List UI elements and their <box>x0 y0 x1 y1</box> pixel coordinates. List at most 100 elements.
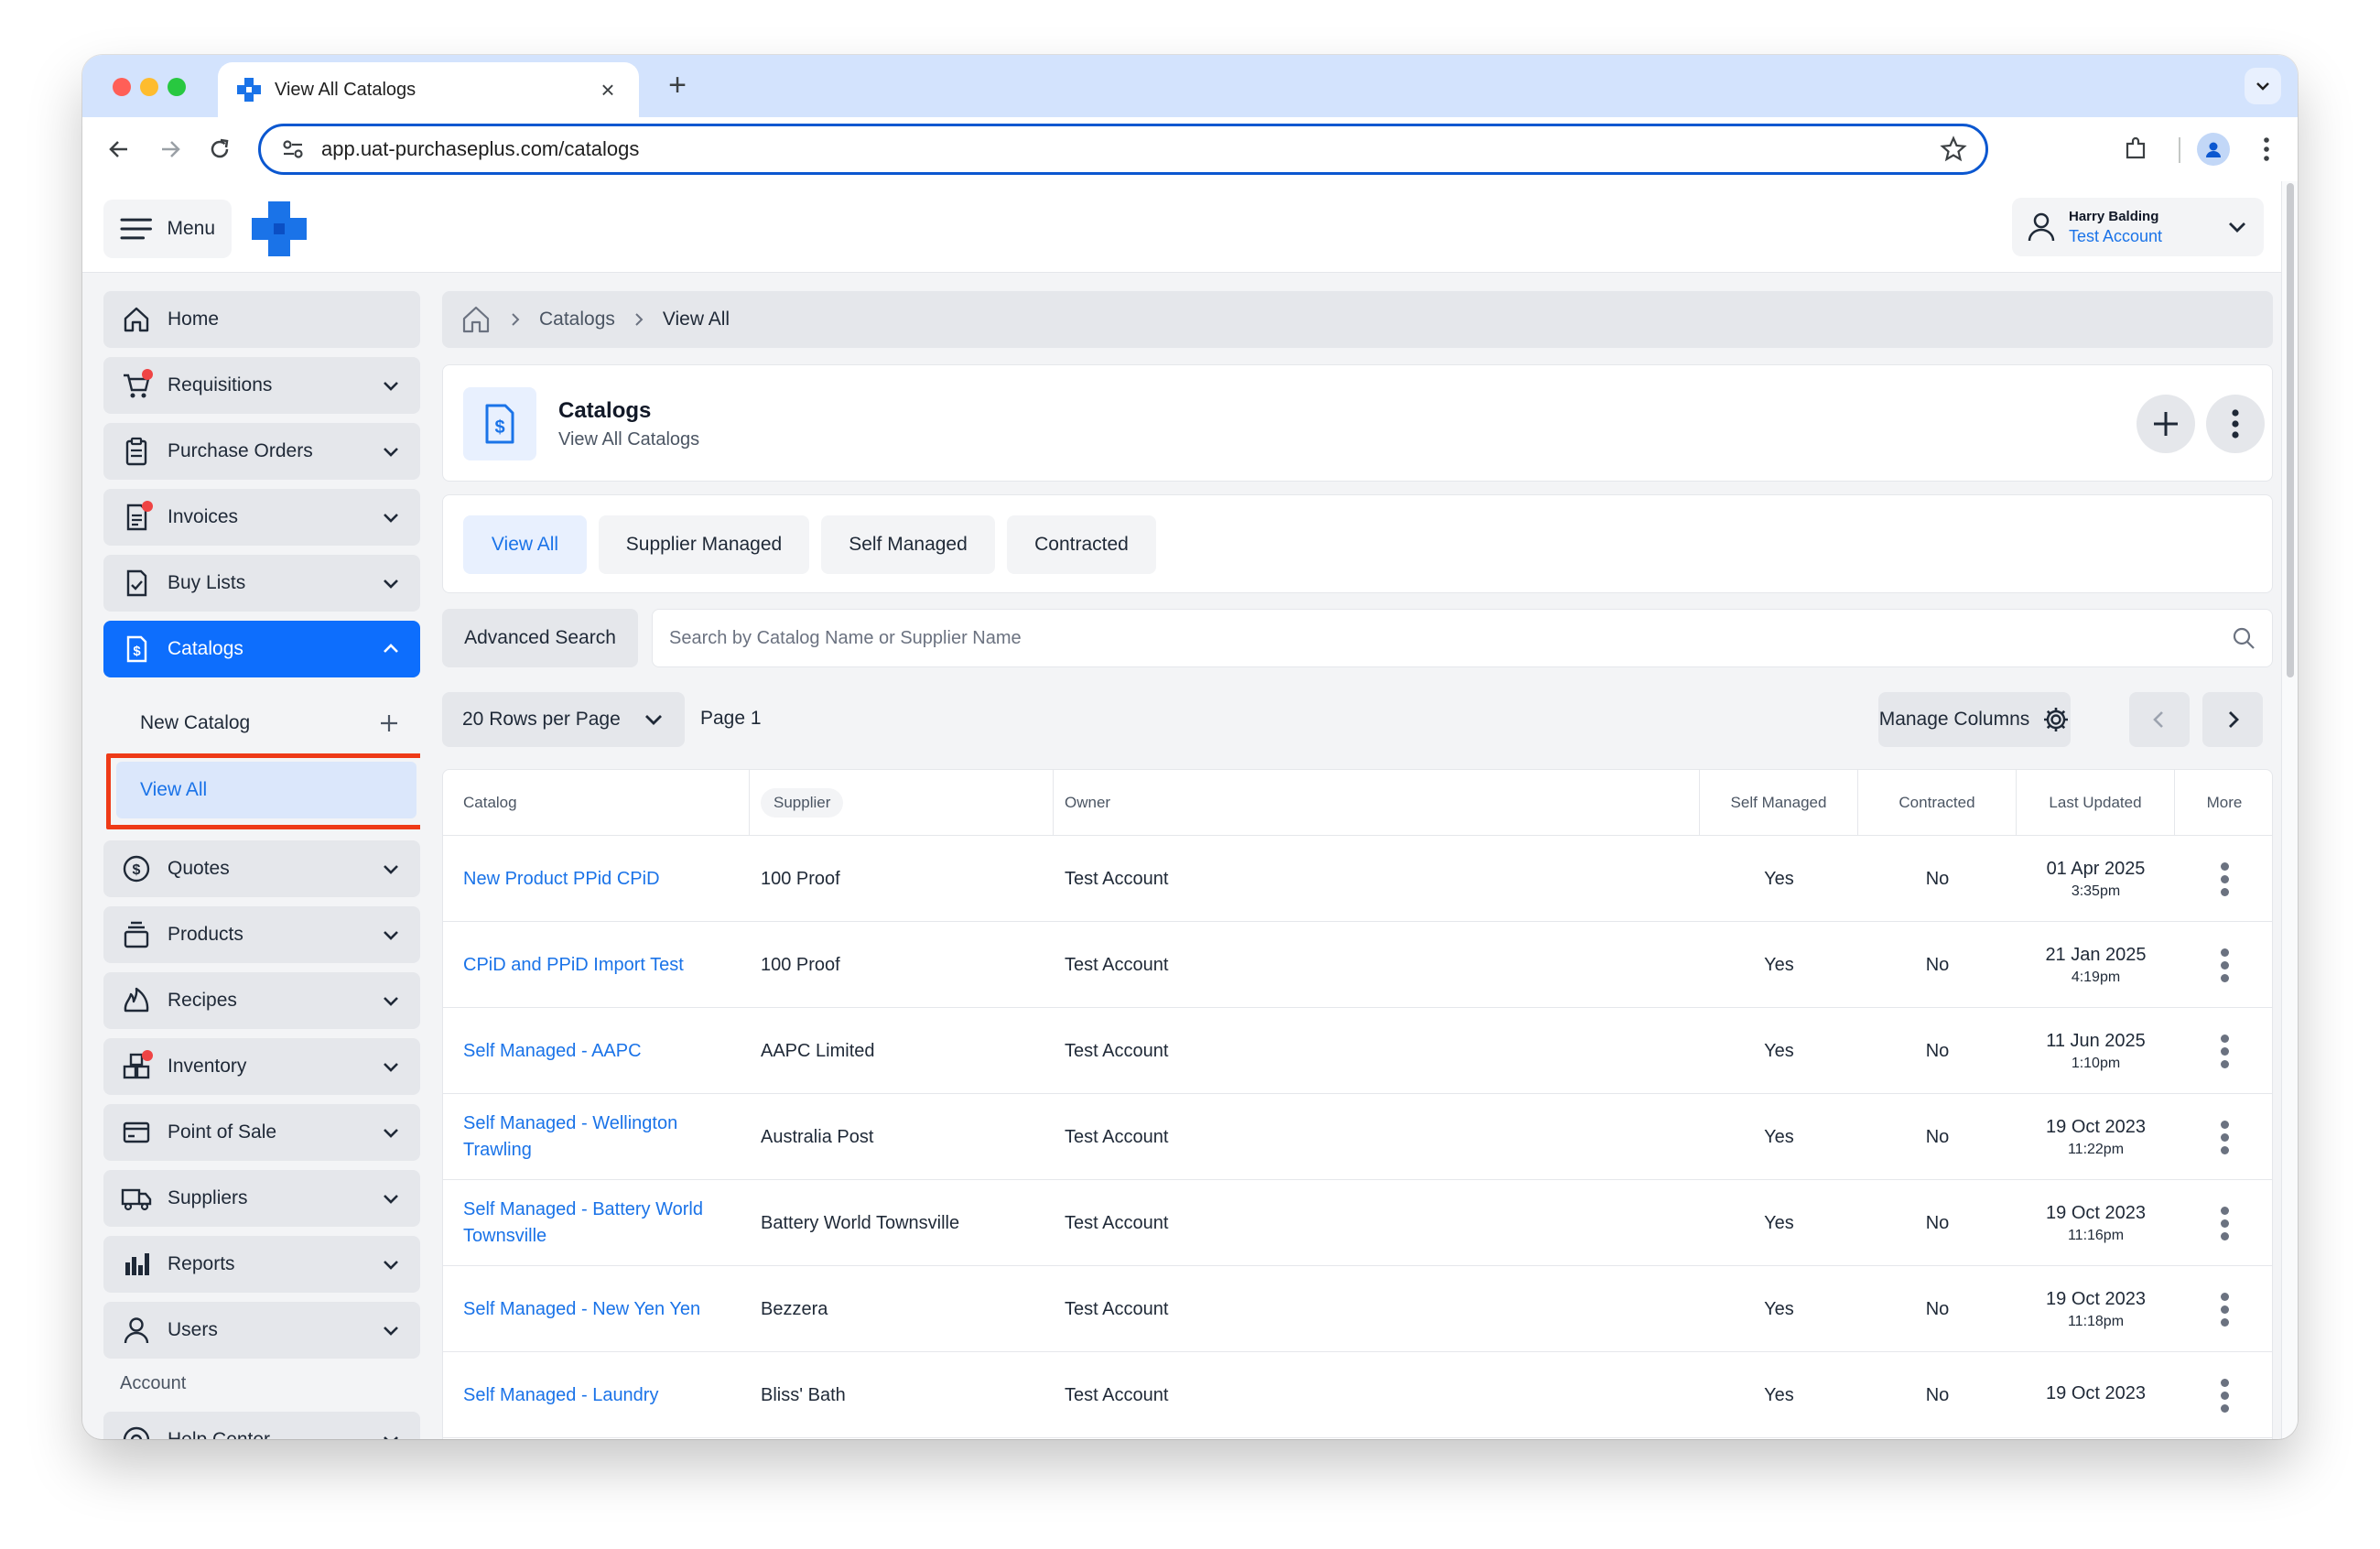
sidebar-item-point-of-sale[interactable]: Point of Sale <box>103 1104 420 1161</box>
site-settings-icon <box>283 140 303 158</box>
table-header-row: Catalog Supplier Owner Self Managed Cont… <box>443 770 2272 836</box>
sidebar-item-label: Suppliers <box>168 1187 248 1208</box>
row-more-button[interactable] <box>2175 1180 2272 1266</box>
catalog-name-link[interactable]: Self Managed - Battery World Townsville <box>463 1180 738 1266</box>
app-header: Menu Harry Balding Test Account <box>82 181 2298 273</box>
browser-tab-active[interactable]: View All Catalogs × <box>218 62 639 117</box>
column-header-supplier-label: Supplier <box>761 788 844 818</box>
sidebar-item-quotes[interactable]: $ Quotes <box>103 840 420 897</box>
tab-self-managed[interactable]: Self Managed <box>821 515 995 574</box>
sidebar-subitem-new-catalog[interactable]: New Catalog <box>103 700 420 746</box>
catalog-name-link[interactable]: Self Managed - Wellington Trawling <box>463 1094 738 1180</box>
advanced-search-button[interactable]: Advanced Search <box>442 609 638 667</box>
sidebar-item-label: Requisitions <box>168 374 273 395</box>
manage-columns-button[interactable]: Manage Columns <box>1878 692 2071 747</box>
browser-menu-button[interactable] <box>2250 133 2283 166</box>
catalog-name-link[interactable]: Self Managed - Laundry <box>463 1352 738 1438</box>
catalog-name-link[interactable]: Self Managed - AAPC <box>463 1008 738 1094</box>
previous-page-button[interactable] <box>2129 692 2190 747</box>
sidebar-item-suppliers[interactable]: Suppliers <box>103 1170 420 1227</box>
sidebar-item-invoices[interactable]: Invoices <box>103 489 420 546</box>
row-more-button[interactable] <box>2175 1266 2272 1352</box>
search-input[interactable] <box>669 627 2232 649</box>
tab-view-all[interactable]: View All <box>463 515 587 574</box>
supplier-cell: Battery World Townsville <box>761 1212 960 1233</box>
sidebar-item-help-center[interactable]: Help Center <box>103 1412 420 1439</box>
catalog-name-link[interactable]: Self Managed - New Yen Yen <box>463 1266 738 1352</box>
sidebar-item-purchase-orders[interactable]: Purchase Orders <box>103 423 420 480</box>
row-more-button[interactable] <box>2175 1352 2272 1438</box>
column-header-contracted[interactable]: Contracted <box>1858 770 2017 836</box>
sidebar-item-buy-lists[interactable]: Buy Lists <box>103 555 420 612</box>
minimize-window-button[interactable] <box>140 78 158 96</box>
catalog-name-link[interactable]: CPiD and PPiD Import Test <box>463 922 738 1008</box>
purchaseplus-logo-icon[interactable] <box>250 200 308 258</box>
sidebar-item-catalogs[interactable]: $ Catalogs <box>103 621 420 677</box>
column-header-self-managed[interactable]: Self Managed <box>1700 770 1858 836</box>
column-header-last-updated[interactable]: Last Updated <box>2017 770 2175 836</box>
home-icon[interactable] <box>460 304 492 335</box>
next-page-button[interactable] <box>2202 692 2263 747</box>
invoice-icon <box>120 501 153 534</box>
tab-supplier-managed[interactable]: Supplier Managed <box>599 515 809 574</box>
more-vertical-icon <box>2232 409 2239 439</box>
row-more-button[interactable] <box>2175 1008 2272 1094</box>
breadcrumb-catalogs[interactable]: Catalogs <box>539 309 615 330</box>
sidebar-item-inventory[interactable]: Inventory <box>103 1038 420 1095</box>
user-account-button[interactable]: Harry Balding Test Account <box>2012 198 2264 256</box>
close-window-button[interactable] <box>113 78 131 96</box>
new-tab-button[interactable]: + <box>659 68 696 103</box>
reload-button[interactable] <box>203 133 236 166</box>
sidebar-section-account: Account <box>120 1373 187 1393</box>
add-catalog-button[interactable] <box>2137 395 2195 453</box>
rows-per-page-select[interactable]: 20 Rows per Page <box>442 692 685 747</box>
more-vertical-icon <box>2220 1120 2229 1154</box>
last-updated-date: 11 Jun 2025 <box>2046 1030 2146 1051</box>
column-header-supplier[interactable]: Supplier <box>750 770 1054 836</box>
plus-icon <box>2154 412 2178 436</box>
search-field[interactable] <box>652 609 2273 667</box>
table-row[interactable]: Self Managed - Laundry Bliss' Bath Test Ac… <box>443 1352 2272 1438</box>
tab-contracted[interactable]: Contracted <box>1007 515 1156 574</box>
table-row[interactable]: Self Managed - Battery World Townsville B… <box>443 1180 2272 1266</box>
chevron-down-icon <box>378 988 404 1013</box>
bookmark-star-icon[interactable] <box>1940 135 1967 163</box>
extensions-button[interactable] <box>2119 133 2152 166</box>
forward-button[interactable] <box>154 133 187 166</box>
address-bar[interactable]: app.uat-purchaseplus.com/catalogs <box>258 124 1988 175</box>
page-scrollbar[interactable] <box>2281 181 2298 1439</box>
rows-per-page-label: 20 Rows per Page <box>462 709 621 730</box>
scrollbar-thumb[interactable] <box>2287 183 2294 677</box>
menu-button[interactable]: Menu <box>103 200 232 258</box>
maximize-window-button[interactable] <box>168 78 186 96</box>
row-more-button[interactable] <box>2175 922 2272 1008</box>
sidebar-item-requisitions[interactable]: Requisitions <box>103 357 420 414</box>
more-vertical-icon <box>2220 1292 2229 1327</box>
row-more-button[interactable] <box>2175 836 2272 922</box>
column-header-catalog[interactable]: Catalog <box>443 770 750 836</box>
self-managed-cell: Yes <box>1764 1126 1794 1147</box>
catalog-name-link[interactable]: New Product PPid CPiD <box>463 836 738 922</box>
last-updated-time: 11:16pm <box>2067 1227 2125 1243</box>
tab-close-icon[interactable]: × <box>595 76 621 104</box>
table-row[interactable]: Self Managed - New Yen Yen Bezzera Test Ac… <box>443 1266 2272 1352</box>
back-button[interactable] <box>103 133 135 166</box>
search-icon[interactable] <box>2232 626 2256 650</box>
last-updated-date: 19 Oct 2023 <box>2046 1382 2146 1403</box>
sidebar-item-home[interactable]: Home <box>103 291 420 348</box>
home-icon <box>120 303 153 336</box>
column-header-owner[interactable]: Owner <box>1054 770 1700 836</box>
sidebar-item-users[interactable]: Users <box>103 1302 420 1359</box>
more-vertical-icon <box>2220 1034 2229 1068</box>
sidebar-item-recipes[interactable]: Recipes <box>103 972 420 1029</box>
tab-search-button[interactable] <box>2245 68 2281 104</box>
sidebar-item-reports[interactable]: Reports <box>103 1236 420 1293</box>
table-row[interactable]: New Product PPid CPiD 100 Proof Test Accou… <box>443 836 2272 922</box>
profile-button[interactable] <box>2197 133 2230 166</box>
table-row[interactable]: CPiD and PPiD Import Test 100 Proof Test A… <box>443 922 2272 1008</box>
table-row[interactable]: Self Managed - AAPC AAPC Limited Test Acco… <box>443 1008 2272 1094</box>
page-more-button[interactable] <box>2206 395 2265 453</box>
sidebar-item-products[interactable]: Products <box>103 906 420 963</box>
row-more-button[interactable] <box>2175 1094 2272 1180</box>
table-row[interactable]: Self Managed - Wellington Trawling Austra… <box>443 1094 2272 1180</box>
